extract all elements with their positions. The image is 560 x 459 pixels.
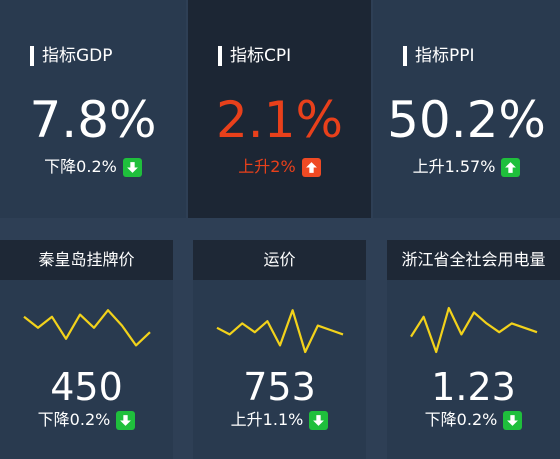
sparkline-path	[410, 306, 538, 354]
power-usage-sparkline	[410, 306, 538, 354]
ppi-card-title: 指标PPI	[403, 46, 475, 66]
sparkline-path	[216, 309, 344, 354]
freight-title: 运价	[193, 240, 366, 280]
up-arrow-icon	[501, 157, 521, 177]
qhd-price-title: 秦皇岛挂牌价	[0, 240, 173, 280]
sparkline-path	[23, 309, 151, 347]
power-usage-title: 浙江省全社会用电量	[387, 240, 560, 280]
title-marker	[403, 46, 407, 66]
ppi-title-label: 指标PPI	[415, 46, 475, 66]
gdp-change-text: 下降0.2%	[44, 157, 117, 176]
qhd-price-sparkline	[23, 309, 151, 347]
qhd-price-card: 秦皇岛挂牌价	[0, 240, 173, 459]
gdp-card: 指标GDP 7.8% 下降0.2%	[0, 0, 186, 218]
cpi-title-label: 指标CPI	[230, 46, 292, 66]
gdp-change: 下降0.2%	[0, 157, 186, 177]
power-usage-card: 浙江省全社会用电量	[387, 240, 560, 459]
cpi-card: 指标CPI 2.1% 上升2%	[188, 0, 371, 218]
freight-sparkline	[216, 309, 344, 354]
ppi-change-text: 上升1.57%	[412, 157, 496, 176]
ppi-change: 上升1.57%	[373, 157, 560, 177]
ppi-value: 50.2%	[387, 91, 546, 149]
title-marker	[218, 46, 222, 66]
down-arrow-icon	[122, 157, 142, 177]
cpi-card-title: 指标CPI	[218, 46, 291, 66]
gdp-value: 7.8%	[29, 91, 157, 149]
title-marker	[30, 46, 34, 66]
gdp-title-label: 指标GDP	[42, 46, 113, 66]
gdp-card-title: 指标GDP	[30, 46, 113, 66]
ppi-card: 指标PPI 50.2% 上升1.57%	[373, 0, 560, 218]
cpi-value: 2.1%	[215, 91, 344, 149]
cpi-change: 上升2%	[188, 157, 371, 177]
up-arrow-icon	[301, 157, 321, 177]
freight-card: 运价	[193, 240, 366, 459]
cpi-change-text: 上升2%	[238, 157, 296, 176]
